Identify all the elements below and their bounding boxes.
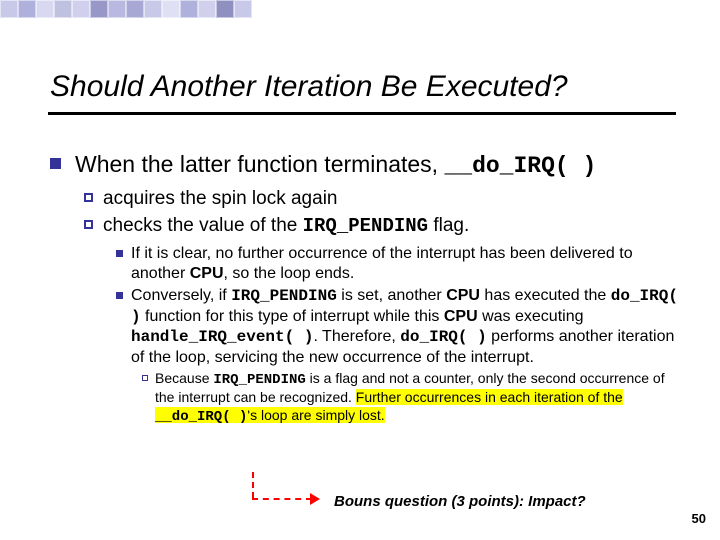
deco-square — [90, 0, 108, 18]
bullet-level1: When the latter function terminates, __d… — [50, 150, 680, 181]
deco-square — [36, 0, 54, 18]
slide-content: When the latter function terminates, __d… — [50, 150, 680, 428]
deco-square — [216, 0, 234, 18]
level2-group: acquires the spin lock again checks the … — [84, 187, 680, 239]
title-underline — [48, 112, 676, 115]
bold-span: CPU — [190, 265, 224, 282]
text-span: Further occurrences in each iteration of… — [356, 389, 623, 405]
bold-span: CPU — [444, 308, 478, 325]
level4-group: Because IRQ_PENDING is a flag and not a … — [142, 370, 680, 425]
decorative-squares — [0, 0, 252, 18]
bold-span: CPU — [446, 287, 480, 304]
bullet-level2: acquires the spin lock again — [84, 187, 680, 211]
code-span: IRQ_PENDING — [303, 215, 428, 237]
text-span: Because — [155, 370, 213, 386]
bullet-text: Conversely, if IRQ_PENDING is set, anoth… — [131, 286, 680, 367]
level3-group: If it is clear, no further occurrence of… — [116, 244, 680, 367]
slide-title: Should Another Iteration Be Executed? — [50, 70, 568, 104]
arrow-vertical-line — [252, 472, 254, 498]
arrow-horizontal-line — [252, 498, 312, 500]
arrow-head-icon — [310, 493, 320, 505]
text-span: 's loop are simply lost. — [247, 407, 384, 423]
text-span: is set, another — [337, 287, 446, 304]
bullet-square-filled-icon — [50, 158, 61, 169]
text-span: was executing — [478, 308, 584, 325]
deco-square — [108, 0, 126, 18]
deco-square — [126, 0, 144, 18]
text-span: When the latter function terminates, — [75, 151, 444, 177]
text-span: , so the loop ends. — [224, 265, 355, 282]
text-span: checks the value of the — [103, 215, 303, 236]
bullet-level3: If it is clear, no further occurrence of… — [116, 244, 680, 283]
bullet-square-small-icon — [116, 292, 123, 299]
code-span: __do_IRQ( ) — [444, 153, 596, 179]
text-span: has executed the — [480, 287, 611, 304]
text-span: Conversely, if — [131, 287, 231, 304]
bullet-text: Because IRQ_PENDING is a flag and not a … — [155, 370, 680, 425]
bullet-level2: checks the value of the IRQ_PENDING flag… — [84, 214, 680, 239]
bullet-square-outline-icon — [84, 193, 93, 202]
code-span: IRQ_PENDING — [213, 372, 305, 388]
text-span: . Therefore, — [313, 328, 400, 345]
deco-square — [0, 0, 18, 18]
text-span: flag. — [428, 215, 469, 236]
bullet-level3: Conversely, if IRQ_PENDING is set, anoth… — [116, 286, 680, 367]
code-span: __do_IRQ( ) — [155, 409, 247, 425]
page-number: 50 — [692, 511, 706, 526]
bonus-question: Bouns question (3 points): Impact? — [334, 493, 586, 510]
deco-square — [18, 0, 36, 18]
bullet-text: checks the value of the IRQ_PENDING flag… — [103, 214, 469, 239]
bullet-square-small-icon — [116, 250, 123, 257]
deco-square — [180, 0, 198, 18]
bullet-square-outline-icon — [84, 220, 93, 229]
deco-square — [144, 0, 162, 18]
bullet-text: If it is clear, no further occurrence of… — [131, 244, 680, 283]
bullet-square-tiny-outline-icon — [142, 375, 148, 381]
code-span: handle_IRQ_event( ) — [131, 328, 313, 346]
deco-square — [198, 0, 216, 18]
bullet-text: When the latter function terminates, __d… — [75, 150, 596, 181]
bullet-text: acquires the spin lock again — [103, 187, 337, 211]
deco-square — [234, 0, 252, 18]
bullet-level4: Because IRQ_PENDING is a flag and not a … — [142, 370, 680, 425]
deco-square — [162, 0, 180, 18]
code-span: IRQ_PENDING — [231, 287, 337, 305]
code-span: do_IRQ( ) — [400, 328, 486, 346]
text-span: function for this type of interrupt whil… — [141, 308, 444, 325]
deco-square — [54, 0, 72, 18]
deco-square — [72, 0, 90, 18]
